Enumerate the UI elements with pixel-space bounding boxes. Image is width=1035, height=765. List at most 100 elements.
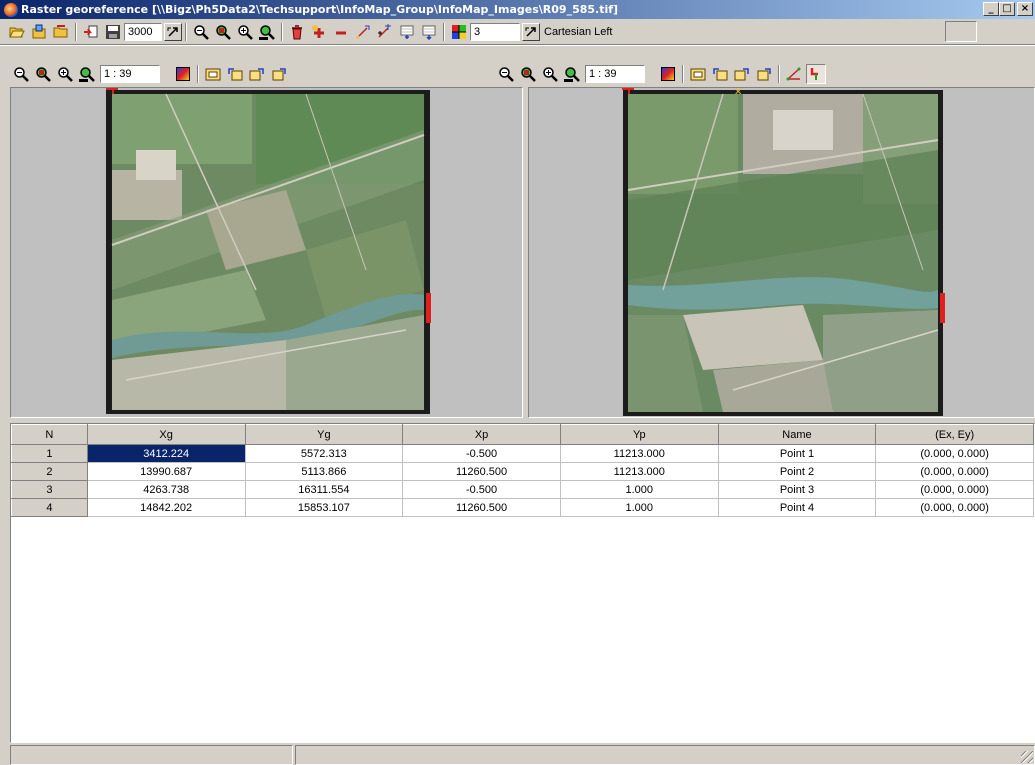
transform-forward-icon[interactable] (397, 22, 417, 42)
left-image-view[interactable] (10, 87, 523, 418)
export-icon[interactable] (81, 22, 101, 42)
cell-xg[interactable]: 3412.224 (87, 444, 246, 463)
cell-name[interactable]: Point 2 (718, 462, 877, 481)
left-zoom-window-icon[interactable] (77, 64, 97, 84)
right-aerial-photo-graphic (627, 93, 939, 412)
column-header-xp[interactable]: Xp (402, 424, 561, 445)
left-zoom-out-icon[interactable] (11, 64, 31, 84)
color-grid-icon[interactable] (449, 22, 469, 42)
cell-error[interactable]: (0.000, 0.000) (875, 462, 1034, 481)
maximize-button[interactable]: □ (999, 2, 1015, 16)
cell-name[interactable]: Point 3 (718, 480, 877, 499)
view-toolbars: 1 : 39 1 : 39 (0, 62, 1035, 86)
scale-apply-icon[interactable] (164, 22, 182, 41)
close-button[interactable]: × (1017, 2, 1033, 16)
cell-xg[interactable]: 4263.738 (87, 480, 246, 499)
left-aerial-photo[interactable] (106, 90, 430, 414)
right-fit-image-icon[interactable] (688, 64, 708, 84)
zoom-in-icon[interactable] (213, 22, 233, 42)
left-zoom-ratio-field[interactable]: 1 : 39 (100, 65, 160, 83)
cell-yg[interactable]: 16311.554 (245, 480, 404, 499)
right-image-view[interactable]: ✕ (528, 87, 1035, 418)
left-color-palette-icon[interactable] (173, 64, 193, 84)
cell-yg[interactable]: 5113.866 (245, 462, 404, 481)
main-toolbar: 3000 3 Cartesian Left (0, 20, 1035, 43)
cell-xp[interactable]: 11260.500 (402, 462, 561, 481)
zoom-plus-icon[interactable] (235, 22, 255, 42)
cell-xg[interactable]: 14842.202 (87, 498, 246, 517)
cell-yp[interactable]: 1.000 (560, 498, 719, 517)
scale-field[interactable]: 3000 (124, 22, 162, 41)
row-number[interactable]: 2 (11, 462, 88, 481)
cell-yp[interactable]: 1.000 (560, 480, 719, 499)
add-point-icon[interactable] (309, 22, 329, 42)
points-count-apply-icon[interactable] (522, 22, 540, 41)
cell-name[interactable]: Point 4 (718, 498, 877, 517)
left-zoom-in-icon[interactable] (33, 64, 53, 84)
cell-error[interactable]: (0.000, 0.000) (875, 480, 1034, 499)
left-flip-icon[interactable] (269, 64, 289, 84)
right-zoom-in-icon[interactable] (518, 64, 538, 84)
zoom-out-icon[interactable] (191, 22, 211, 42)
column-header-error[interactable]: (Ex, Ey) (875, 424, 1034, 445)
cell-name[interactable]: Point 1 (718, 444, 877, 463)
status-panel-right (295, 745, 1035, 765)
crosshair-marker-icon[interactable] (806, 64, 826, 84)
column-header-yg[interactable]: Yg (244, 424, 404, 445)
table-row[interactable]: 1 3412.224 5572.313 -0.500 11213.000 Poi… (11, 444, 1034, 463)
right-rotate-right-icon[interactable] (732, 64, 752, 84)
right-zoom-plus-icon[interactable] (540, 64, 560, 84)
zoom-window-icon[interactable] (257, 22, 277, 42)
right-rotate-left-icon[interactable] (710, 64, 730, 84)
right-aerial-photo[interactable] (623, 90, 943, 416)
open-raster-icon[interactable] (51, 22, 71, 42)
delete-points-icon[interactable] (287, 22, 307, 42)
cell-xg[interactable]: 13990.687 (87, 462, 246, 481)
transform-back-icon[interactable] (419, 22, 439, 42)
cell-xp[interactable]: -0.500 (402, 444, 561, 463)
add-points-icon[interactable] (375, 22, 395, 42)
cell-yp[interactable]: 11213.000 (560, 444, 719, 463)
column-header-name[interactable]: Name (717, 424, 877, 445)
open-project-icon[interactable] (29, 22, 49, 42)
table-row[interactable]: 2 13990.687 5113.866 11260.500 11213.000… (11, 462, 1034, 481)
status-bar (10, 745, 1035, 765)
column-header-xg[interactable]: Xg (86, 424, 246, 445)
right-zoom-ratio-field[interactable]: 1 : 39 (585, 65, 645, 83)
open-folder-icon[interactable] (7, 22, 27, 42)
window-controls: _ □ × (983, 2, 1033, 16)
right-color-palette-icon[interactable] (658, 64, 678, 84)
column-header-yp[interactable]: Yp (559, 424, 719, 445)
right-corner-marker-tick (628, 88, 630, 94)
points-count-field[interactable]: 3 (470, 22, 520, 41)
row-number[interactable]: 1 (11, 444, 88, 463)
move-point-icon[interactable] (353, 22, 373, 42)
minimize-button[interactable]: _ (983, 2, 999, 16)
cell-xp[interactable]: 11260.500 (402, 498, 561, 517)
right-edge-marker (940, 293, 945, 323)
cell-error[interactable]: (0.000, 0.000) (875, 444, 1034, 463)
right-zoom-window-icon[interactable] (562, 64, 582, 84)
triangle-points-icon[interactable] (784, 64, 804, 84)
table-row[interactable]: 4 14842.202 15853.107 11260.500 1.000 Po… (11, 498, 1034, 517)
cell-yp[interactable]: 11213.000 (560, 462, 719, 481)
resize-grip-icon[interactable] (1021, 751, 1033, 763)
right-zoom-out-icon[interactable] (496, 64, 516, 84)
row-number[interactable]: 3 (11, 480, 88, 499)
left-zoom-plus-icon[interactable] (55, 64, 75, 84)
toolbar-end-panel (945, 21, 977, 42)
left-fit-image-icon[interactable] (203, 64, 223, 84)
table-row[interactable]: 3 4263.738 16311.554 -0.500 1.000 Point … (11, 480, 1034, 499)
remove-point-icon[interactable] (331, 22, 351, 42)
cell-yg[interactable]: 15853.107 (245, 498, 404, 517)
right-flip-icon[interactable] (754, 64, 774, 84)
cell-yg[interactable]: 5572.313 (245, 444, 404, 463)
left-rotate-left-icon[interactable] (225, 64, 245, 84)
points-grid[interactable]: N Xg Yg Xp Yp Name (Ex, Ey) 1 3412.224 5… (10, 423, 1035, 743)
row-number[interactable]: 4 (11, 498, 88, 517)
save-icon[interactable] (103, 22, 123, 42)
cell-xp[interactable]: -0.500 (402, 480, 561, 499)
column-header-n[interactable]: N (11, 424, 88, 445)
cell-error[interactable]: (0.000, 0.000) (875, 498, 1034, 517)
left-rotate-right-icon[interactable] (247, 64, 267, 84)
